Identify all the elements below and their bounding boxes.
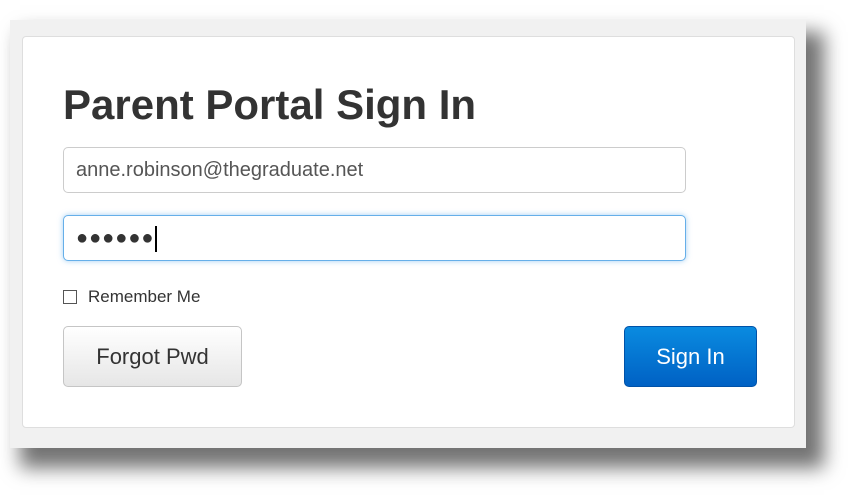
remember-me-label: Remember Me — [88, 287, 201, 306]
forgot-password-button[interactable]: Forgot Pwd — [63, 326, 242, 387]
page-title: Parent Portal Sign In — [63, 81, 477, 128]
password-field[interactable]: ●●●●●● — [63, 215, 686, 261]
email-field[interactable]: anne.robinson@thegraduate.net — [63, 147, 686, 193]
text-caret — [155, 225, 158, 252]
sign-in-button[interactable]: Sign In — [624, 326, 757, 387]
remember-me-checkbox[interactable] — [63, 290, 77, 304]
screen: Parent Portal Sign In anne.robinson@theg… — [0, 0, 848, 495]
email-value: anne.robinson@thegraduate.net — [76, 159, 364, 181]
sign-in-label: Sign In — [656, 343, 725, 369]
sign-in-card: Parent Portal Sign In anne.robinson@theg… — [22, 36, 795, 428]
password-value: ●●●●●● — [76, 227, 155, 249]
forgot-password-label: Forgot Pwd — [96, 343, 209, 369]
remember-me-row[interactable]: Remember Me — [63, 287, 200, 307]
